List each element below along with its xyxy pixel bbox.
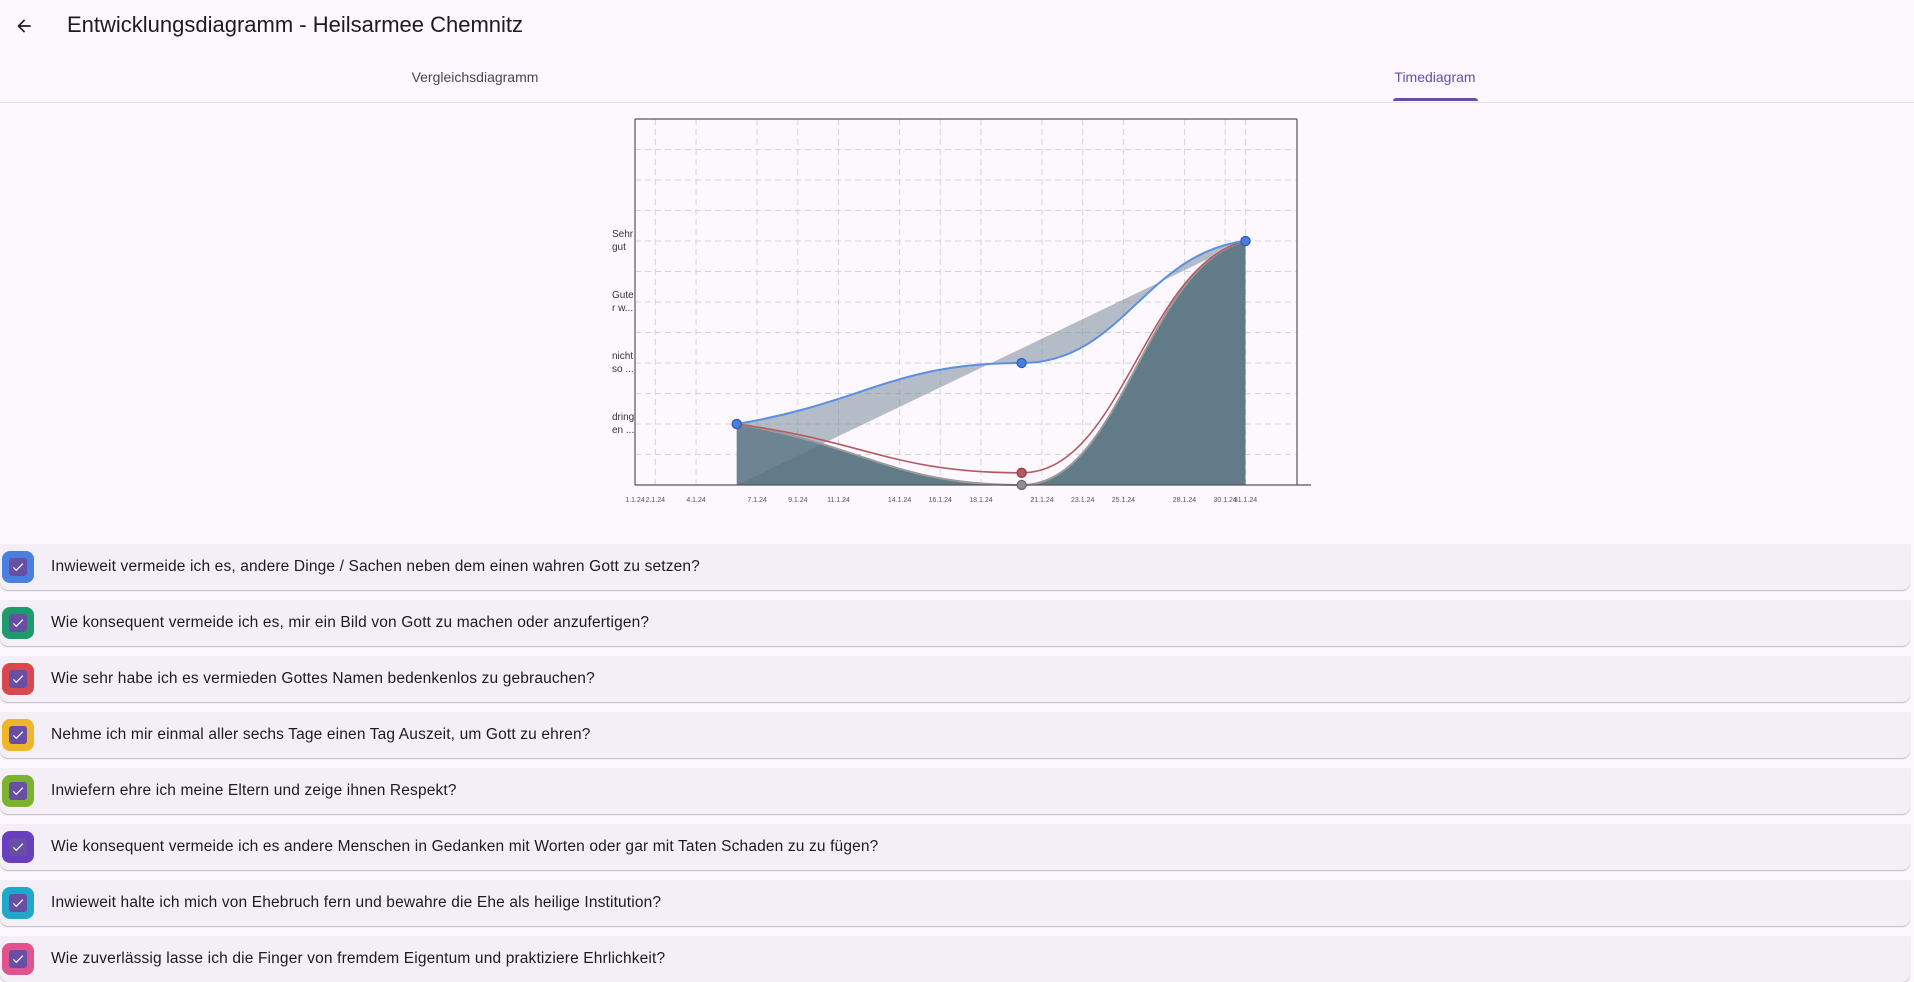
- data-point-grey: [1016, 479, 1027, 491]
- back-button[interactable]: [6, 6, 42, 46]
- checkbox-box: [9, 726, 27, 744]
- tab-timediagram[interactable]: Timediagram: [1198, 60, 1672, 102]
- check-icon: [12, 843, 24, 852]
- question-checkbox[interactable]: [2, 663, 34, 695]
- y-tick-label: gut: [612, 242, 626, 253]
- y-tick-label: r w...: [612, 303, 633, 314]
- time-chart: Sehr gut Gute r w... nicht so ... dring en ... 1…: [612, 118, 1311, 504]
- question-text: Wie konsequent vermeide ich es andere Me…: [51, 838, 879, 855]
- tab-bar: Vergleichsdiagramm Timediagram: [0, 60, 1914, 103]
- check-icon: [12, 731, 24, 740]
- tab-vergleichsdiagramm[interactable]: Vergleichsdiagramm: [238, 60, 712, 102]
- y-tick-label: so ...: [612, 364, 634, 375]
- data-point-red: [1016, 467, 1027, 478]
- x-tick-label: 16.1.24: [929, 497, 952, 504]
- x-tick-label: 25.1.24: [1112, 497, 1135, 504]
- question-item[interactable]: Wie sehr habe ich es vermieden Gottes Na…: [0, 656, 1910, 702]
- x-tick-label: 9.1.24: [788, 497, 808, 504]
- question-text: Inwieweit halte ich mich von Ehebruch fe…: [51, 894, 662, 911]
- question-text: Inwieweit vermeide ich es, andere Dinge …: [51, 558, 700, 575]
- checkbox-box: [9, 950, 27, 968]
- y-tick-label: dring: [612, 412, 634, 423]
- question-checkbox[interactable]: [2, 607, 34, 639]
- question-checkbox[interactable]: [2, 943, 34, 975]
- y-tick-label: nicht: [612, 351, 633, 362]
- question-item[interactable]: Inwieweit halte ich mich von Ehebruch fe…: [0, 880, 1910, 926]
- question-checkbox[interactable]: [2, 551, 34, 583]
- question-item[interactable]: Wie konsequent vermeide ich es, mir ein …: [0, 600, 1910, 646]
- question-text: Nehme ich mir einmal aller sechs Tage ei…: [51, 726, 591, 743]
- question-item[interactable]: Inwieweit vermeide ich es, andere Dinge …: [0, 544, 1910, 590]
- check-icon: [12, 899, 24, 908]
- question-text: Inwiefern ehre ich meine Eltern und zeig…: [51, 782, 457, 799]
- x-tick-label: 23.1.24: [1071, 497, 1094, 504]
- checkbox-box: [9, 838, 27, 856]
- x-tick-label: 18.1.24: [969, 497, 992, 504]
- arrow-left-icon: [17, 19, 31, 33]
- tab-label: Timediagram: [1394, 69, 1476, 85]
- y-tick-label: en ...: [612, 425, 634, 436]
- x-tick-label: 4.1.24: [686, 497, 706, 504]
- x-tick-label: 1.1.24: [625, 497, 645, 504]
- question-checkbox[interactable]: [2, 887, 34, 919]
- data-point-blue: [731, 418, 742, 430]
- checkbox-box: [9, 894, 27, 912]
- question-item[interactable]: Nehme ich mir einmal aller sechs Tage ei…: [0, 712, 1910, 758]
- question-text: Wie zuverlässig lasse ich die Finger von…: [51, 950, 666, 967]
- x-tick-label: 7.1.24: [747, 497, 767, 504]
- x-tick-label: 28.1.24: [1173, 497, 1196, 504]
- x-tick-label: 14.1.24: [888, 497, 911, 504]
- x-tick-label: 21.1.24: [1030, 497, 1053, 504]
- x-tick-label: 31.1.24: [1234, 497, 1257, 504]
- check-icon: [12, 675, 24, 684]
- question-item[interactable]: Wie zuverlässig lasse ich die Finger von…: [0, 936, 1910, 982]
- check-icon: [12, 563, 24, 572]
- x-tick-label: 11.1.24: [827, 497, 850, 504]
- y-tick-label: Gute: [612, 290, 634, 301]
- checkbox-box: [9, 614, 27, 632]
- page-title: Entwicklungsdiagramm - Heilsarmee Chemni…: [67, 12, 524, 37]
- question-checkbox[interactable]: [2, 719, 34, 751]
- question-item[interactable]: Wie konsequent vermeide ich es andere Me…: [0, 824, 1910, 870]
- data-point-blue: [1240, 235, 1251, 247]
- x-tick-label: 2.1.24: [646, 497, 666, 504]
- app-bar: Entwicklungsdiagramm - Heilsarmee Chemni…: [0, 0, 1914, 52]
- check-icon: [12, 619, 24, 628]
- check-icon: [12, 955, 24, 964]
- checkbox-box: [9, 782, 27, 800]
- y-tick-label: Sehr: [612, 229, 634, 240]
- question-item[interactable]: Inwiefern ehre ich meine Eltern und zeig…: [0, 768, 1910, 814]
- data-point-blue: [1016, 357, 1027, 369]
- checkbox-box: [9, 558, 27, 576]
- question-checkbox[interactable]: [2, 831, 34, 863]
- question-text: Wie sehr habe ich es vermieden Gottes Na…: [51, 670, 595, 687]
- question-text: Wie konsequent vermeide ich es, mir ein …: [51, 614, 650, 631]
- checkbox-box: [9, 670, 27, 688]
- question-checkbox[interactable]: [2, 775, 34, 807]
- tab-label: Vergleichsdiagramm: [411, 69, 539, 85]
- check-icon: [12, 787, 24, 796]
- tab-indicator: [1393, 98, 1478, 101]
